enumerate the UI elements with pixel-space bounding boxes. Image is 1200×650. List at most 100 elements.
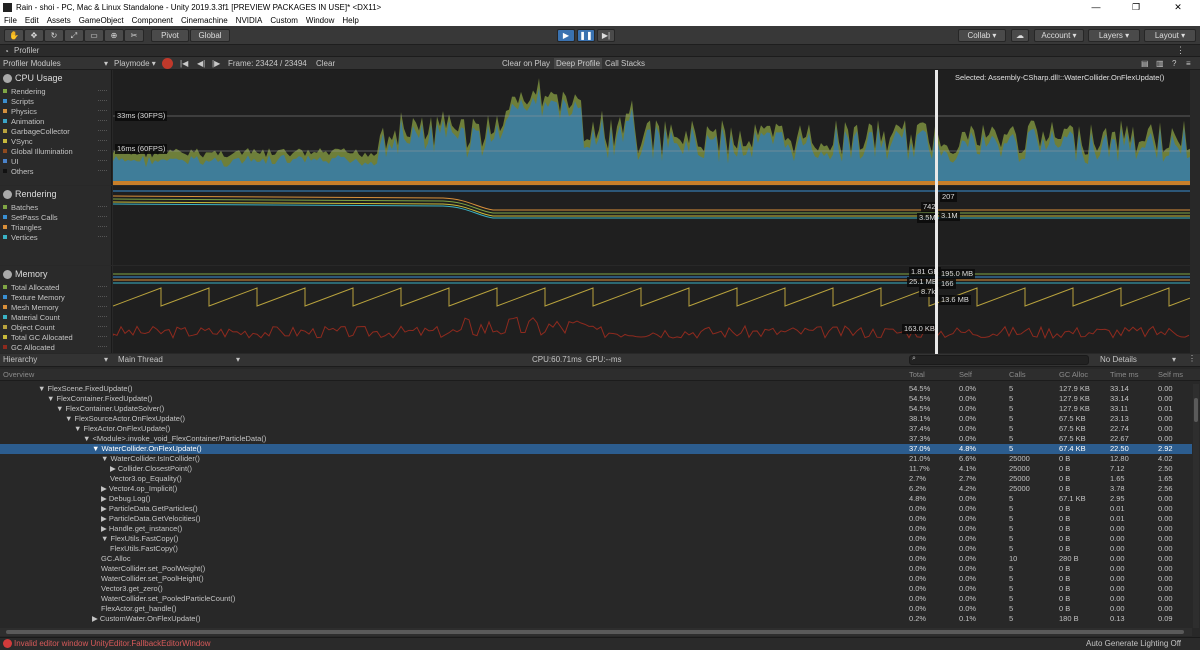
scale-tool-icon[interactable]: ⤢	[64, 29, 84, 42]
cloud-icon[interactable]: ☁	[1011, 29, 1029, 42]
layout-dropdown[interactable]: Layout ▾	[1144, 29, 1196, 42]
details-arrow-icon[interactable]: ▾	[1172, 355, 1176, 364]
step-button[interactable]: ▶|	[597, 29, 615, 42]
cpu-legend-item[interactable]: Physics	[0, 106, 111, 116]
cpu-module-legend[interactable]: CPU Usage Rendering Scripts Physics Animati…	[0, 70, 112, 185]
details-menu-icon[interactable]: ⋮	[1188, 354, 1196, 363]
pause-button[interactable]: ❚❚	[577, 29, 595, 42]
table-row[interactable]: WaterCollider.set_PoolWeight() 0.0% 0.0% 5 0…	[0, 564, 1192, 574]
thread-arrow-icon[interactable]: ▾	[236, 355, 240, 364]
menu-cinemachine[interactable]: Cinemachine	[177, 16, 232, 25]
col-gc-alloc[interactable]: GC Alloc	[1059, 369, 1088, 381]
play-button[interactable]: ▶	[557, 29, 575, 42]
menu-custom[interactable]: Custom	[266, 16, 302, 25]
table-row[interactable]: ▼ FlexScene.FixedUpdate() 54.5% 0.0% 5 127.9…	[0, 384, 1192, 394]
clear-on-play-toggle[interactable]: Clear on Play	[502, 58, 550, 69]
menu-file[interactable]: File	[0, 16, 21, 25]
custom-tool-icon[interactable]: ✂	[124, 29, 144, 42]
tab-menu-icon[interactable]: ⋮	[1176, 45, 1185, 56]
memory-legend-item[interactable]: GC Allocated	[0, 342, 111, 352]
table-row[interactable]: Vector3.get_zero() 0.0% 0.0% 5 0 B 0.00 0.00	[0, 584, 1192, 594]
rendering-legend-item[interactable]: Triangles	[0, 222, 111, 232]
memory-legend-item[interactable]: Mesh Memory	[0, 302, 111, 312]
save-icon[interactable]: ▥	[1156, 58, 1164, 69]
call-stacks-toggle[interactable]: Call Stacks	[605, 58, 645, 69]
memory-legend-item[interactable]: Total Allocated	[0, 282, 111, 292]
clear-button[interactable]: Clear	[316, 58, 335, 69]
table-row[interactable]: Vector3.op_Equality() 2.7% 2.7% 25000 0 B 1.6…	[0, 474, 1192, 484]
memory-chart[interactable]: 1.81 GB 195.0 MB 25.1 MB 166 8.7k 13.6 M…	[113, 266, 1190, 353]
col-calls[interactable]: Calls	[1009, 369, 1026, 381]
menu-edit[interactable]: Edit	[21, 16, 43, 25]
view-mode-arrow-icon[interactable]: ▾	[104, 355, 108, 364]
rendering-legend-item[interactable]: Vertices	[0, 232, 111, 242]
cpu-legend-item[interactable]: Others	[0, 166, 111, 176]
cpu-legend-item[interactable]: VSync	[0, 136, 111, 146]
collab-dropdown[interactable]: Collab ▾	[958, 29, 1006, 42]
table-row[interactable]: ▶ Vector4.op_Implicit() 6.2% 4.2% 25000 0 B 3…	[0, 484, 1192, 494]
memory-legend-item[interactable]: Texture Memory	[0, 292, 111, 302]
table-row[interactable]: ▼ WaterCollider.IsInCollider() 21.0% 6.6% 2…	[0, 454, 1192, 464]
cpu-usage-chart[interactable]: 33ms (30FPS) 16ms (60FPS) Selected: Asse…	[113, 70, 1190, 185]
table-row[interactable]: ▼ <Module>.invoke_void_FlexContainer/Par…	[0, 434, 1192, 444]
layers-dropdown[interactable]: Layers ▾	[1088, 29, 1140, 42]
table-row[interactable]: ▶ Collider.ClosestPoint() 11.7% 4.1% 25000 0…	[0, 464, 1192, 474]
menu-gameobject[interactable]: GameObject	[75, 16, 128, 25]
transform-tool-icon[interactable]: ⊕	[104, 29, 124, 42]
minimize-icon[interactable]: —	[1076, 0, 1116, 14]
cpu-legend-item[interactable]: Scripts	[0, 96, 111, 106]
tree-scrollbar[interactable]	[1193, 384, 1199, 628]
table-row[interactable]: ▶ ParticleData.GetParticles() 0.0% 0.0% 5 0 …	[0, 504, 1192, 514]
pivot-toggle[interactable]: Pivot	[151, 29, 189, 42]
tab-profiler[interactable]: Profiler	[14, 46, 39, 55]
prev-frame-icon[interactable]: ◀|	[197, 58, 205, 69]
cpu-legend-item[interactable]: Animation	[0, 116, 111, 126]
tree-scrollbar-thumb[interactable]	[1194, 398, 1198, 422]
rendering-chart[interactable]: 207 742 3.5M 3.1M	[113, 186, 1190, 265]
table-row[interactable]: ▼ FlexContainer.UpdateSolver() 54.5% 0.0% 5…	[0, 404, 1192, 414]
playmode-dropdown[interactable]: Playmode ▾	[114, 58, 156, 69]
hand-tool-icon[interactable]: ✋	[4, 29, 24, 42]
account-dropdown[interactable]: Account ▾	[1034, 29, 1084, 42]
menu-nvidia[interactable]: NVIDIA	[232, 16, 267, 25]
global-toggle[interactable]: Global	[190, 29, 230, 42]
rendering-legend-item[interactable]: Batches	[0, 202, 111, 212]
memory-legend-item[interactable]: Object Count	[0, 322, 111, 332]
profiler-modules-dropdown[interactable]: Profiler Modules	[3, 58, 61, 69]
horizontal-scrollbar-thumb[interactable]	[6, 630, 1184, 634]
table-row[interactable]: ▼ FlexUtils.FastCopy() 0.0% 0.0% 5 0 B 0.00 0.…	[0, 534, 1192, 544]
table-row[interactable]: ▼ FlexContainer.FixedUpdate() 54.5% 0.0% 5 1…	[0, 394, 1192, 404]
memory-legend-item[interactable]: Material Count	[0, 312, 111, 322]
menu-assets[interactable]: Assets	[43, 16, 75, 25]
table-row[interactable]: ▶ CustomWater.OnFlexUpdate() 0.2% 0.1% 5 180…	[0, 614, 1192, 624]
table-row[interactable]: ▼ FlexSourceActor.OnFlexUpdate() 38.1% 0.0…	[0, 414, 1192, 424]
table-row[interactable]: ▶ Debug.Log() 4.8% 0.0% 5 67.1 KB 2.95 0.00	[0, 494, 1192, 504]
status-error-message[interactable]: Invalid editor window UnityEditor.Fallba…	[14, 639, 211, 648]
frame-selection-line[interactable]	[935, 70, 938, 354]
menu-component[interactable]: Component	[128, 16, 177, 25]
details-dropdown[interactable]: No Details	[1100, 355, 1137, 364]
table-row[interactable]: WaterCollider.set_PooledParticleCount() 0…	[0, 594, 1192, 604]
search-input[interactable]	[909, 355, 1089, 365]
maximize-icon[interactable]: ❐	[1116, 0, 1156, 14]
menu-window[interactable]: Window	[302, 16, 338, 25]
col-self-ms[interactable]: Self ms	[1158, 369, 1183, 381]
deep-profile-toggle[interactable]: Deep Profile	[554, 58, 603, 69]
rendering-module-legend[interactable]: Rendering Batches SetPass Calls Triangles V…	[0, 186, 112, 265]
table-row[interactable]: ▶ ParticleData.GetVelocities() 0.0% 0.0% 5 0…	[0, 514, 1192, 524]
menu-help[interactable]: Help	[338, 16, 362, 25]
col-time-ms[interactable]: Time ms	[1110, 369, 1138, 381]
load-icon[interactable]: ▤	[1141, 58, 1149, 69]
view-mode-dropdown[interactable]: Hierarchy	[3, 355, 37, 364]
first-frame-icon[interactable]: |◀	[180, 58, 188, 69]
rendering-legend-item[interactable]: SetPass Calls	[0, 212, 111, 222]
table-row[interactable]: ▼ FlexActor.OnFlexUpdate() 37.4% 0.0% 5 67.5…	[0, 424, 1192, 434]
cpu-legend-item[interactable]: GarbageCollector	[0, 126, 111, 136]
cpu-legend-item[interactable]: Rendering	[0, 86, 111, 96]
rotate-tool-icon[interactable]: ↻	[44, 29, 64, 42]
col-overview[interactable]: Overview	[3, 369, 34, 381]
thread-dropdown[interactable]: Main Thread	[118, 355, 163, 364]
close-icon[interactable]: ✕	[1158, 0, 1198, 14]
table-row[interactable]: FlexUtils.FastCopy() 0.0% 0.0% 5 0 B 0.00 0.00	[0, 544, 1192, 554]
horizontal-scrollbar[interactable]	[0, 628, 1192, 636]
